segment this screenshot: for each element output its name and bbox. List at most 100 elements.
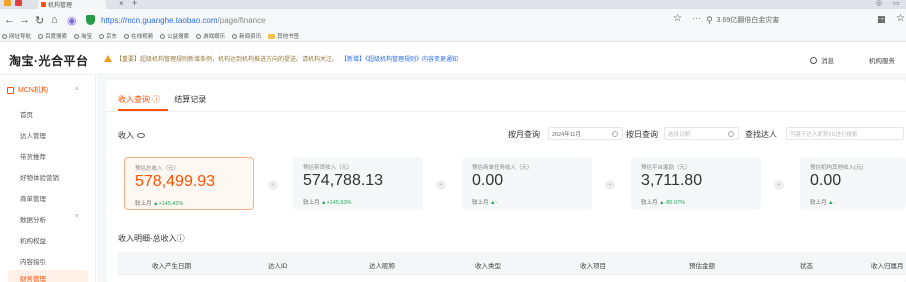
eye-icon[interactable] <box>137 133 145 138</box>
compare-label: 较上月 <box>135 201 152 207</box>
sidebar-group-mcn[interactable]: MCN机构 ˄ <box>7 85 78 95</box>
metric-compare: 较上月 ▲-85.97% <box>641 198 685 206</box>
globe-icon <box>196 33 202 39</box>
browser-tab[interactable]: 机构管理 <box>38 0 106 9</box>
url-path: /page/finance <box>217 15 266 25</box>
sidebar: MCN机构 ˄ 首页 达人管理 带货推荐 好物体验营销 商单管理 数据分析 ˅ … <box>0 76 96 282</box>
metric-compare: 较上月 ▲+145.42% <box>135 199 183 207</box>
org-service-menu[interactable]: 机构服务 <box>869 55 895 65</box>
bookmark-item[interactable]: 京东 <box>99 32 117 40</box>
warning-icon <box>104 55 112 62</box>
metric-order-income[interactable]: 预估商单任务收入（元） 0.00 较上月 ▲- <box>462 157 592 210</box>
window-settings-icon[interactable]: ◎ <box>876 0 882 7</box>
tab-divider <box>106 111 906 112</box>
detail-title: 收入明细-总收入ⓘ <box>118 234 185 243</box>
globe-icon <box>2 33 7 39</box>
app-header: 淘宝·光合平台 【重要】 超级机构管理规则新增条例，机构达到机构推进方向的提送。… <box>0 43 906 75</box>
bookmark-item[interactable]: 网址导航 <box>2 32 31 40</box>
metric-sales-income[interactable]: 预估带货收入（元） 574,788.13 较上月 ▲+145.93% <box>293 157 423 210</box>
globe-icon <box>38 33 44 39</box>
apps-grid-icon[interactable]: ▦ <box>877 14 886 25</box>
globe-icon <box>232 33 238 39</box>
help-icon[interactable]: ⓘ <box>152 95 160 104</box>
bookmark-item[interactable]: 在线视频 <box>124 32 153 40</box>
filter-talent-label: 查找达人 <box>745 130 777 139</box>
main-content: 收入查询 ⓘ 结算记录 收入 按月查询 2024年11月 按日查询 选择日期 查… <box>97 76 906 282</box>
metric-label: 预估机构其他收入(元) <box>810 165 864 171</box>
metric-other-income[interactable]: 预估机构其他收入(元) 0.00 较上月 ▲- <box>800 157 906 210</box>
month-value: 2024年11月 <box>552 131 581 138</box>
bookmark-item[interactable]: 百度搜索 <box>38 32 67 40</box>
separator-icon: + <box>774 180 784 190</box>
bookmark-item[interactable]: 新闻资讯 <box>232 32 261 40</box>
globe-icon <box>74 33 80 39</box>
sidebar-item-orders[interactable]: 商单管理 <box>20 193 46 203</box>
bookmark-label: 淘宝 <box>81 34 93 40</box>
bookmark-item[interactable]: 淘宝 <box>74 32 92 40</box>
metric-platform-incentive[interactable]: 预估平台激励（元） 3,711.80 较上月 ▲-85.97% <box>631 157 761 210</box>
bookmark-folder[interactable]: 其他书签 <box>268 32 299 40</box>
bookmark-label: 公益搜索 <box>167 34 190 40</box>
bookmark-item[interactable]: 游戏娱乐 <box>196 32 225 40</box>
message-icon <box>810 56 817 64</box>
compare-change: - <box>833 200 836 206</box>
compare-label: 较上月 <box>303 200 320 206</box>
clear-icon[interactable] <box>612 131 618 137</box>
tab-settlement[interactable]: 结算记录 <box>174 94 206 108</box>
sidebar-item-home[interactable]: 首页 <box>20 109 33 119</box>
extension-icon[interactable]: ◉ <box>67 14 77 27</box>
metric-value: 3,711.80 <box>641 172 703 189</box>
bookmark-folder-label: 其他书签 <box>277 34 300 40</box>
sidebar-item-talent[interactable]: 达人管理 <box>20 130 46 140</box>
bookmark-label: 在线视频 <box>131 34 154 40</box>
messages-button[interactable]: 消息 <box>810 55 834 65</box>
bookmark-star-icon[interactable]: ☆ <box>673 13 682 24</box>
compare-label: 较上月 <box>472 200 489 206</box>
bookmark-label: 京东 <box>106 34 118 40</box>
sidebar-item-guide[interactable]: 内容指引 <box>20 256 46 266</box>
compare-label: 较上月 <box>641 200 658 206</box>
income-card: 收入查询 ⓘ 结算记录 收入 按月查询 2024年11月 按日查询 选择日期 查… <box>106 80 906 282</box>
sidebar-item-analytics[interactable]: 数据分析 <box>20 214 46 224</box>
month-picker[interactable]: 2024年11月 <box>548 127 623 140</box>
day-picker[interactable]: 选择日期 <box>664 127 739 140</box>
favorites-icon[interactable]: ☆ <box>896 13 905 24</box>
more-dots-icon[interactable]: ··· <box>692 13 701 23</box>
column-header: 达人ID <box>268 263 288 270</box>
sidebar-item-finance[interactable]: 财务管理 <box>8 270 88 282</box>
mcn-icon <box>7 86 14 94</box>
browser-search-box[interactable]: ⚲ 3.69亿翻倍白金灾害 <box>706 13 866 27</box>
tab-close-icon[interactable]: × <box>119 0 124 8</box>
tab-income-label: 收入查询 <box>118 95 150 104</box>
metric-total-income[interactable]: 预估总收入（元） 578,499.93 较上月 ▲+145.42% <box>124 157 254 210</box>
tab-income[interactable]: 收入查询 ⓘ <box>118 94 160 108</box>
home-icon[interactable]: ⌂ <box>51 14 58 26</box>
bookmark-label: 新闻资讯 <box>239 34 262 40</box>
separator-icon: » <box>268 180 278 190</box>
browser-tabbar: 机构管理 × + ◎ ▭ <box>0 0 906 9</box>
notice-text: 超级机构管理规则新增条例，机构达到机构推进方向的提送。请机构关注。 <box>140 57 339 63</box>
forward-icon[interactable]: → <box>19 14 30 26</box>
calendar-icon <box>728 131 734 137</box>
metric-value: 0.00 <box>810 172 842 189</box>
reload-icon[interactable]: ↻ <box>35 14 44 27</box>
brand-logo[interactable]: 淘宝·光合平台 <box>9 52 89 69</box>
window-minimize-icon[interactable]: ▭ <box>893 0 900 7</box>
sidebar-item-experience[interactable]: 好物体验营销 <box>20 172 59 182</box>
back-icon[interactable]: ← <box>4 14 15 26</box>
compare-change: -85.97% <box>664 200 686 206</box>
column-header: 收入产生日期 <box>152 263 191 270</box>
url-input[interactable]: https://mcn.guanghe.taobao.com/page/fina… <box>86 13 696 27</box>
compare-change: +145.93% <box>326 200 352 206</box>
new-tab-icon[interactable]: + <box>132 0 137 8</box>
search-text: 3.69亿翻倍白金灾害 <box>716 17 780 24</box>
sidebar-item-recommend[interactable]: 带货推荐 <box>20 151 46 161</box>
sidebar-item-rights[interactable]: 机构权益 <box>20 235 46 245</box>
metric-compare: 较上月 ▲+145.93% <box>303 198 351 206</box>
notice-link[interactable]: 【新增】《超级机构管理规则》内容变更通知 <box>341 54 458 63</box>
sidebar-item-label: 财务管理 <box>20 276 46 282</box>
messages-label: 消息 <box>821 58 834 65</box>
bookmark-item[interactable]: 公益搜索 <box>160 32 189 40</box>
notice-banner: 【重要】 超级机构管理规则新增条例，机构达到机构推进方向的提送。请机构关注。 【… <box>104 54 458 63</box>
talent-search-input[interactable]: 可基于达人昵称/ID进行搜索 <box>786 127 904 140</box>
